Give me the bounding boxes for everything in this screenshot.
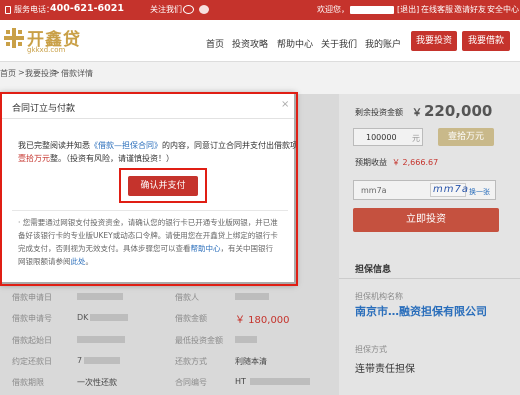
borrow-button[interactable]: 我要借款 — [462, 31, 510, 51]
note-text: ，有关中国银行 — [220, 244, 274, 253]
guarantee-method-label: 担保方式 — [355, 345, 387, 354]
guarantee-method: 连带责任担保 — [355, 364, 415, 375]
row-label: 借款人 — [175, 293, 199, 302]
row-label: 借款起始日 — [12, 336, 52, 345]
captcha-value: mm7a — [361, 186, 387, 195]
follow-label: 关注我们 — [150, 5, 182, 14]
logo-icon — [4, 28, 24, 48]
service-label: 服务电话： — [14, 5, 54, 14]
row-label: 约定还款日 — [12, 357, 52, 366]
close-icon[interactable]: × — [281, 99, 289, 110]
expected-value: ￥ 2,666.67 — [392, 158, 439, 167]
nav-account[interactable]: 我的账户 — [365, 37, 401, 50]
contract-link[interactable]: 《借款—担保合同》 — [90, 141, 162, 150]
pay-amount-text: 壹拾万元 — [18, 154, 50, 163]
nav-strategy[interactable]: 投资攻略 — [232, 37, 268, 50]
row-label: 合同编号 — [175, 378, 207, 387]
note-text: 网银限额请参阅 — [18, 257, 71, 266]
username-masked — [350, 6, 394, 14]
breadcrumb-detail: 借款详情 — [61, 69, 93, 78]
captcha-refresh-link[interactable]: 换一张 — [469, 187, 490, 197]
logout-link[interactable]: [退出] — [397, 4, 419, 15]
amount-preset-button[interactable]: 壹拾万元 — [438, 128, 494, 146]
row-value: DK — [77, 313, 89, 322]
note-line-4: 网银限额请参阅此处。 — [18, 256, 93, 267]
help-center-link[interactable]: 帮助中心 — [191, 244, 221, 253]
row-value: 7 — [77, 356, 83, 365]
captcha-image-text: mm7a — [433, 184, 469, 195]
note-line-3: 完成支付，否则视为无效支付。具体步骤您可以查看帮助中心，有关中国银行 — [18, 243, 273, 254]
row-label: 借款申请日 — [12, 293, 52, 302]
phone-icon — [5, 6, 11, 14]
welcome-text: 欢迎您， — [317, 5, 349, 14]
agreement-text: 我已完整阅读并知悉 — [18, 141, 90, 150]
remaining-amount: 220,000 — [424, 102, 493, 120]
top-bar: 服务电话： 400-621-6021 关注我们 欢迎您， [退出] 在线客服 邀… — [0, 0, 520, 20]
row-label: 借款期限 — [12, 378, 44, 387]
invest-amount-unit: 元 — [412, 134, 420, 143]
nav-help[interactable]: 帮助中心 — [277, 37, 313, 50]
contract-number: HT — [235, 377, 246, 386]
remaining-currency: ￥ — [412, 108, 422, 119]
invest-button[interactable]: 我要投资 — [411, 31, 457, 51]
repay-method: 利随本清 — [235, 357, 267, 366]
agreement-text: 的内容，同意订立合同并支付出借款项 — [162, 141, 298, 150]
row-value: 一次性还款 — [77, 378, 117, 387]
remaining-label: 剩余投资金额 — [355, 108, 403, 117]
loan-amount: ￥ 180,000 — [235, 315, 290, 326]
row-label: 借款申请号 — [12, 314, 52, 323]
safety-center-link[interactable]: 安全中心 — [487, 4, 519, 15]
note-line: · 您需要通过网银支付投资资金，请确认您的银行卡已开通专业版网银，并已准 — [18, 218, 278, 227]
guarantee-title: 担保信息 — [355, 265, 392, 275]
guarantee-org-name[interactable]: 南京市…融资担保有限公司 — [355, 305, 515, 319]
weibo-icon[interactable] — [183, 5, 194, 14]
breadcrumb-home[interactable]: 首页 — [0, 68, 16, 79]
note-text: 完成支付，否则视为无效支付。具体步骤您可以查看 — [18, 244, 191, 253]
online-service-link[interactable]: 在线客服 — [421, 4, 453, 15]
service-phone: 400-621-6021 — [50, 3, 124, 14]
guarantee-org-label: 担保机构名称 — [355, 292, 403, 301]
confirm-pay-button[interactable]: 确认并支付 — [128, 176, 198, 196]
nav-about[interactable]: 关于我们 — [321, 37, 357, 50]
note-text: 。 — [85, 257, 94, 266]
invite-friends-link[interactable]: 邀请好友 — [454, 4, 486, 15]
expected-label: 预期收益 — [355, 158, 387, 167]
risk-text: 整。（投资有风险，请谨慎投资！） — [50, 154, 174, 163]
row-label: 最低投资金额 — [175, 336, 223, 345]
dialog-title: 合同订立与付款 — [12, 104, 76, 114]
row-label: 还款方式 — [175, 357, 207, 366]
agreement-line-1: 我已完整阅读并知悉《借款—担保合同》的内容，同意订立合同并支付出借款项 — [18, 140, 298, 151]
invest-now-button[interactable]: 立即投资 — [353, 208, 499, 232]
logo-domain: gkkxd.com — [27, 46, 66, 54]
agreement-line-2: 壹拾万元整。（投资有风险，请谨慎投资！） — [18, 153, 174, 164]
row-label: 借款金额 — [175, 314, 207, 323]
note-line: 备好该银行卡的专业版UKEY或动态口令牌。请使用您在开鑫贷上绑定的银行卡 — [18, 231, 278, 240]
invest-amount-value: 100000 — [366, 133, 397, 142]
wechat-icon[interactable] — [199, 5, 209, 14]
nav-home[interactable]: 首页 — [206, 37, 224, 50]
here-link[interactable]: 此处 — [71, 257, 86, 266]
